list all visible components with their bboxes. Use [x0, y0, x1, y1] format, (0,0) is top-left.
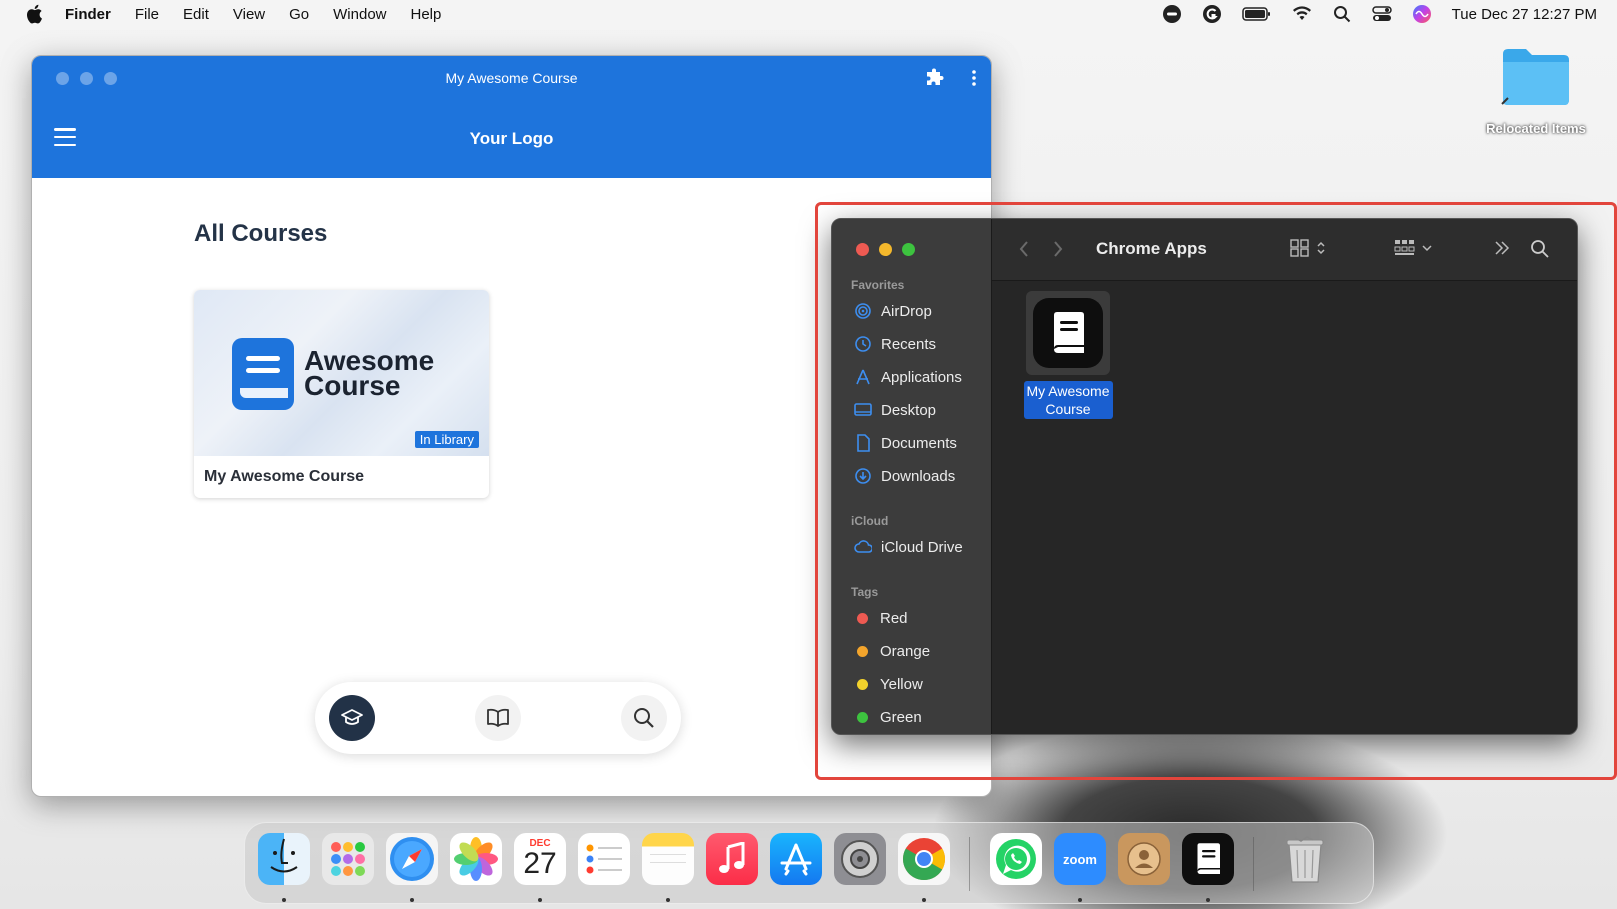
wifi-icon[interactable] — [1292, 4, 1312, 24]
contacts-dock-icon[interactable] — [1118, 833, 1170, 885]
menu-file[interactable]: File — [135, 6, 159, 23]
running-indicator — [282, 898, 286, 902]
menu-window[interactable]: Window — [333, 6, 386, 23]
reminders-dock-icon[interactable] — [578, 833, 630, 885]
trash-dock-icon[interactable] — [1279, 833, 1331, 885]
nav-library-button[interactable] — [475, 695, 521, 741]
control-center-icon[interactable] — [1371, 4, 1392, 24]
running-indicator — [1078, 898, 1082, 902]
dock-separator — [1253, 837, 1254, 891]
nav-search-button[interactable] — [621, 695, 667, 741]
course-thumbnail-title: Awesome Course — [304, 347, 434, 401]
course-card[interactable]: Awesome Course In Library My Awesome Cou… — [194, 290, 489, 498]
calendar-dock-icon[interactable]: DEC 27 — [514, 833, 566, 885]
course-thumbnail: Awesome Course In Library — [194, 290, 489, 456]
menu-app-name[interactable]: Finder — [65, 6, 111, 23]
my-awesome-course-dock-icon[interactable] — [1182, 833, 1234, 885]
in-library-badge: In Library — [414, 431, 479, 448]
running-indicator — [538, 898, 542, 902]
menu-bar: Finder File Edit View Go Window Help Tue… — [0, 0, 1617, 28]
siri-icon[interactable] — [1412, 4, 1432, 24]
zoom-label: zoom — [1063, 851, 1097, 867]
dock: DEC 27 zoom — [244, 822, 1374, 904]
desktop-folder-label: Relocated Items — [1486, 121, 1586, 136]
close-button[interactable] — [56, 72, 69, 85]
section-title: All Courses — [194, 220, 328, 247]
notes-dock-icon[interactable] — [642, 833, 694, 885]
chrome-dock-icon[interactable] — [898, 833, 950, 885]
open-book-icon — [487, 708, 509, 727]
zoom-dock-icon[interactable]: zoom — [1054, 833, 1106, 885]
battery-icon[interactable] — [1241, 4, 1272, 24]
menu-go[interactable]: Go — [289, 6, 309, 23]
minimize-button[interactable] — [80, 72, 93, 85]
highlight-rectangle — [815, 202, 1617, 780]
system-preferences-dock-icon[interactable] — [834, 833, 886, 885]
music-dock-icon[interactable] — [706, 833, 758, 885]
running-indicator — [922, 898, 926, 902]
course-app-header: Your Logo — [32, 100, 991, 178]
screen-record-icon[interactable] — [1162, 4, 1182, 24]
nav-courses-button[interactable] — [329, 695, 375, 741]
finder-dock-icon[interactable] — [258, 833, 310, 885]
menubar-clock[interactable]: Tue Dec 27 12:27 PM — [1452, 6, 1597, 23]
zoom-button[interactable] — [104, 72, 117, 85]
apple-menu-icon[interactable] — [25, 4, 45, 24]
window-controls-inactive — [56, 72, 117, 85]
safari-dock-icon[interactable] — [386, 833, 438, 885]
photos-dock-icon[interactable] — [450, 833, 502, 885]
more-options-icon[interactable] — [971, 69, 977, 92]
hamburger-menu-icon[interactable] — [54, 128, 76, 146]
course-app-window-title: My Awesome Course — [445, 70, 578, 86]
course-app-titlebar[interactable]: My Awesome Course — [32, 56, 991, 100]
running-indicator — [666, 898, 670, 902]
menu-view[interactable]: View — [233, 6, 265, 23]
search-icon — [634, 708, 654, 728]
menu-edit[interactable]: Edit — [183, 6, 209, 23]
desktop-folder-relocated-items[interactable]: Relocated Items — [1486, 46, 1586, 146]
extensions-puzzle-icon[interactable] — [925, 68, 945, 93]
folder-icon — [1501, 49, 1569, 105]
graduation-cap-icon — [341, 709, 363, 725]
spotlight-icon[interactable] — [1332, 4, 1352, 24]
course-book-icon — [232, 338, 294, 410]
app-store-dock-icon[interactable] — [770, 833, 822, 885]
launchpad-dock-icon[interactable] — [322, 833, 374, 885]
menu-help[interactable]: Help — [411, 6, 442, 23]
grammarly-icon[interactable] — [1202, 4, 1222, 24]
dock-separator — [969, 837, 970, 891]
running-indicator — [410, 898, 414, 902]
bottom-navigation — [315, 682, 681, 754]
running-indicator — [1206, 898, 1210, 902]
whatsapp-dock-icon[interactable] — [990, 833, 1042, 885]
thumbnail-line-2: Course — [304, 370, 401, 401]
site-logo[interactable]: Your Logo — [470, 129, 554, 149]
calendar-day: 27 — [523, 846, 557, 880]
course-name: My Awesome Course — [204, 468, 365, 485]
